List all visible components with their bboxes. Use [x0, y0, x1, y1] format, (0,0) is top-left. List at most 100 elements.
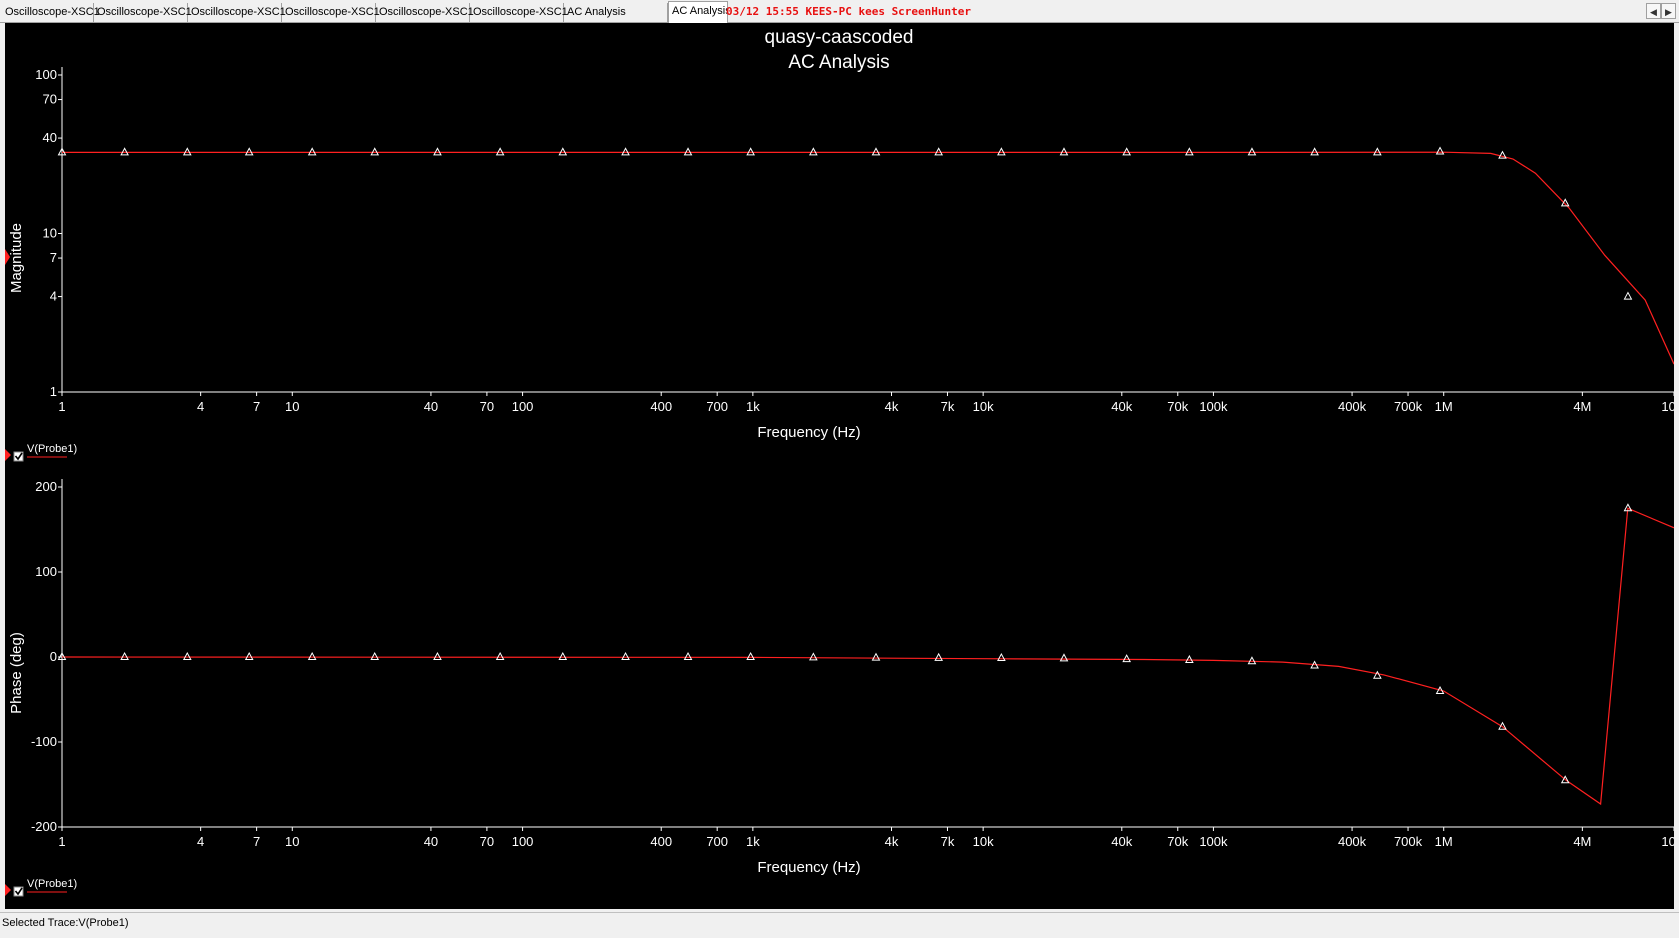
data-point-marker: [558, 651, 568, 660]
data-point-marker: [871, 652, 881, 661]
tab-bar: Oscilloscope-XSC1 Oscilloscope-XSC1 Osci…: [0, 0, 1679, 23]
x-tick-label: 4k: [885, 834, 899, 849]
data-point-marker: [746, 147, 755, 156]
data-point-marker: [370, 651, 380, 660]
magnitude-x-axis-label: Frequency (Hz): [757, 424, 860, 441]
x-tick-label: 70: [480, 834, 494, 849]
data-point-marker: [433, 147, 442, 156]
tab-oscilloscope-3[interactable]: Oscilloscope-XSC1: [188, 3, 286, 22]
y-tick-label: 100: [35, 564, 57, 579]
x-tick-label: 4M: [1573, 834, 1591, 849]
tab-oscilloscope-1[interactable]: Oscilloscope-XSC1: [2, 3, 100, 22]
x-tick-label: 70k: [1167, 834, 1188, 849]
x-tick-label: 100k: [1199, 399, 1228, 414]
arrow-left-icon[interactable]: ◀: [1646, 3, 1661, 19]
data-point-marker: [558, 147, 568, 156]
x-tick-label: 4: [197, 834, 204, 849]
data-point-marker: [307, 147, 317, 156]
x-tick-label: 100k: [1199, 834, 1228, 849]
tab-oscilloscope-4[interactable]: Oscilloscope-XSC1: [282, 3, 380, 22]
data-point-marker: [182, 147, 192, 156]
x-tick-label: 100: [512, 834, 534, 849]
y-tick-label: 100: [35, 67, 57, 82]
data-point-marker: [244, 147, 254, 156]
data-point-marker: [1122, 654, 1132, 663]
x-tick-label: 10k: [973, 834, 994, 849]
status-text: Selected Trace:V(Probe1): [2, 917, 129, 929]
chart-subtitle: AC Analysis: [788, 52, 889, 73]
data-point-marker: [370, 147, 380, 156]
x-tick-label: 100: [512, 399, 534, 414]
series-line[interactable]: [62, 151, 1674, 365]
tab-ac-analysis-2[interactable]: AC Analysis: [668, 1, 728, 23]
chart-title: quasy-caascoded: [765, 27, 914, 48]
magnitude-plot: 1 4 7 10 40 70 100 400 700 1k 4k 7k 10k 40k 70k 100k 400…: [35, 67, 1674, 414]
x-tick-label: 4: [197, 399, 204, 414]
plot-area: quasy-caascoded AC Analysis 1 4 7 10 40 70 100…: [5, 23, 1674, 909]
y-tick-label: -100: [31, 734, 57, 749]
data-point-marker: [495, 651, 505, 660]
magnitude-y-axis-label: Magnitude: [8, 223, 25, 293]
chart-svg: quasy-caascoded AC Analysis 1 4 7 10 40 70 100…: [5, 27, 1674, 897]
x-tick-label: 700: [706, 399, 728, 414]
tab-oscilloscope-5[interactable]: Oscilloscope-XSC1: [376, 3, 474, 22]
data-point-marker: [1059, 147, 1069, 156]
x-tick-label: 1: [58, 834, 65, 849]
arrow-right-icon[interactable]: ▶: [1661, 3, 1676, 19]
data-point-marker: [1247, 656, 1257, 665]
data-point-marker: [621, 651, 630, 660]
x-tick-label: 7: [253, 399, 260, 414]
selected-trace-marker-icon: [5, 449, 11, 461]
y-tick-label: 10: [43, 226, 57, 241]
data-point-marker: [495, 147, 505, 156]
x-tick-label: 1k: [746, 834, 760, 849]
x-tick-label: 700: [706, 834, 728, 849]
data-point-marker: [1623, 291, 1633, 300]
data-point-marker: [1122, 147, 1132, 156]
data-point-marker: [809, 147, 818, 156]
data-point-marker: [809, 652, 818, 661]
data-point-marker: [997, 147, 1006, 156]
phase-legend[interactable]: V(Probe1): [5, 878, 77, 897]
x-tick-label: 10k: [973, 399, 994, 414]
tab-oscilloscope-6[interactable]: Oscilloscope-XSC1: [470, 3, 568, 22]
data-point-marker: [1185, 147, 1194, 156]
x-tick-label: 10: [285, 399, 299, 414]
data-point-marker: [1373, 147, 1382, 156]
phase-plot: 1 4 7 10 40 70 100 400 700 1k 4k 7k 10k 40k 70k 100k 400…: [31, 479, 1674, 849]
data-point-marker: [120, 147, 129, 156]
x-tick-label: 10M: [1661, 399, 1674, 414]
data-point-marker: [1059, 653, 1069, 662]
x-tick-label: 1M: [1435, 834, 1453, 849]
y-tick-label: 7: [50, 250, 57, 265]
selected-trace-marker-icon: [5, 884, 11, 896]
x-tick-label: 10: [285, 834, 299, 849]
x-tick-label: 700k: [1394, 834, 1423, 849]
x-tick-label: 70k: [1167, 399, 1188, 414]
tab-ac-analysis-1[interactable]: AC Analysis: [564, 3, 668, 22]
x-tick-label: 1M: [1435, 399, 1453, 414]
data-point-marker: [621, 147, 630, 156]
x-tick-label: 400k: [1338, 399, 1367, 414]
data-point-marker: [1185, 654, 1194, 663]
series-line[interactable]: [61, 507, 1674, 806]
data-point-marker: [746, 651, 755, 660]
x-tick-label: 1: [58, 399, 65, 414]
x-tick-label: 7: [253, 834, 260, 849]
tab-oscilloscope-2[interactable]: Oscilloscope-XSC1: [94, 3, 192, 22]
x-tick-label: 10M: [1661, 834, 1674, 849]
y-tick-label: 70: [43, 92, 57, 107]
x-tick-label: 4k: [885, 399, 899, 414]
data-point-marker: [244, 651, 254, 660]
x-tick-label: 4M: [1573, 399, 1591, 414]
x-tick-label: 7k: [941, 834, 955, 849]
x-tick-label: 400k: [1338, 834, 1367, 849]
data-point-marker: [934, 652, 944, 661]
data-point-marker: [1310, 147, 1319, 156]
y-tick-label: -200: [31, 819, 57, 834]
data-point-marker: [1498, 721, 1507, 730]
data-point-marker: [1247, 147, 1257, 156]
data-point-marker: [934, 147, 944, 156]
magnitude-legend[interactable]: V(Probe1): [5, 443, 77, 462]
x-tick-label: 1k: [746, 399, 760, 414]
